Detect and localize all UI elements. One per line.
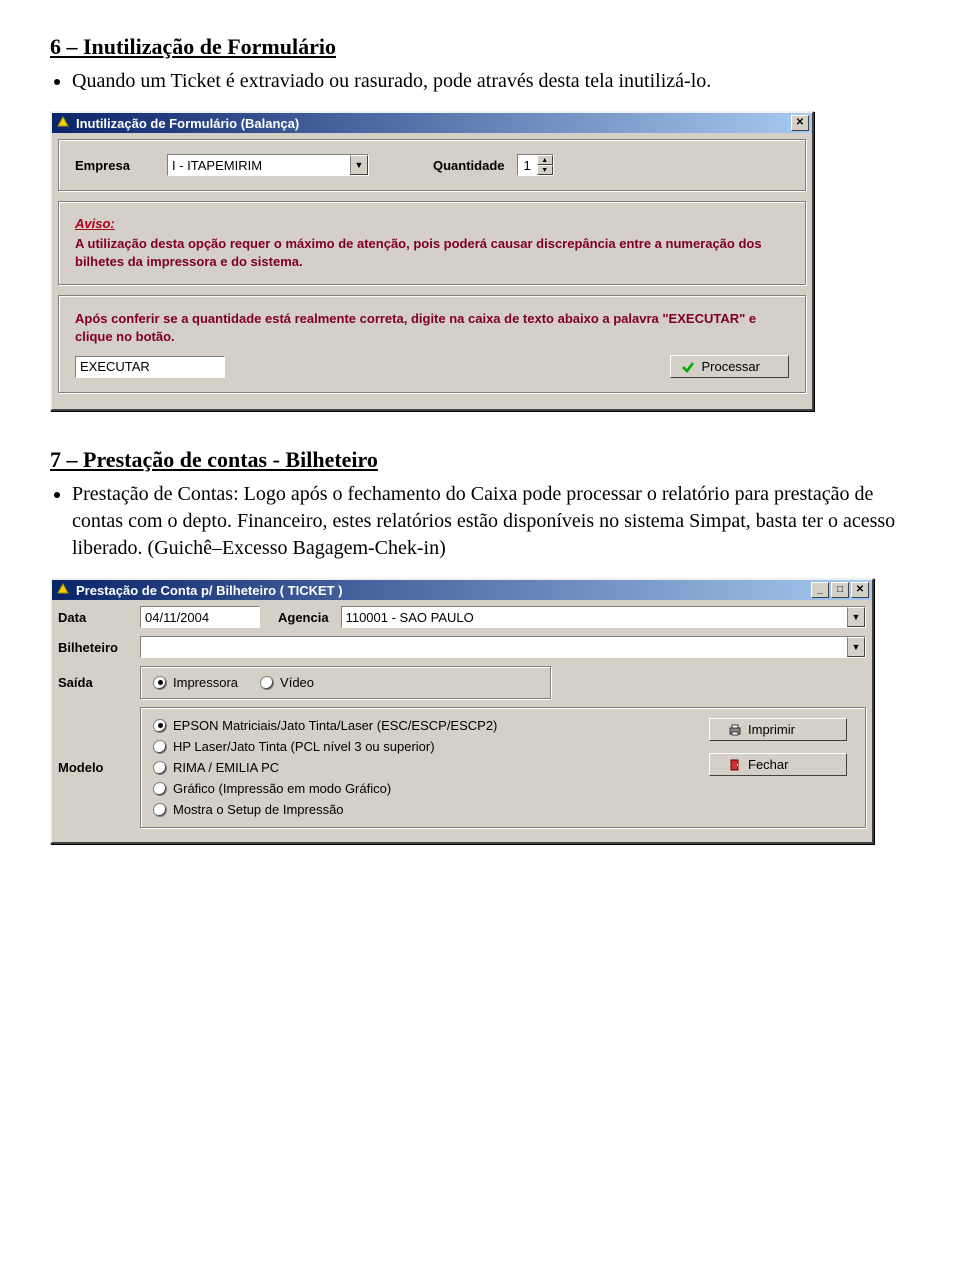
radio-icon bbox=[153, 719, 167, 733]
saida-impressora-label: Impressora bbox=[173, 675, 238, 690]
saida-radio-impressora[interactable]: Impressora bbox=[153, 675, 238, 690]
modelo-radio-1[interactable]: HP Laser/Jato Tinta (PCL nível 3 ou supe… bbox=[153, 739, 685, 754]
door-icon bbox=[728, 758, 742, 772]
section6-list: Quando um Ticket é extraviado ou rasurad… bbox=[72, 68, 910, 95]
modelo-radio-0[interactable]: EPSON Matriciais/Jato Tinta/Laser (ESC/E… bbox=[153, 718, 685, 733]
modelo-opt-2-label: RIMA / EMILIA PC bbox=[173, 760, 279, 775]
close-icon[interactable]: ✕ bbox=[791, 115, 809, 131]
close-icon[interactable]: ✕ bbox=[851, 582, 869, 598]
aviso-label: Aviso: bbox=[75, 216, 115, 231]
saida-label: Saída bbox=[58, 675, 128, 690]
imprimir-button[interactable]: Imprimir bbox=[709, 718, 847, 741]
quantidade-stepper[interactable]: 1 ▲ ▼ bbox=[517, 154, 554, 176]
modelo-options: EPSON Matriciais/Jato Tinta/Laser (ESC/E… bbox=[153, 718, 685, 817]
modelo-radio-2[interactable]: RIMA / EMILIA PC bbox=[153, 760, 685, 775]
processar-label: Processar bbox=[701, 359, 760, 374]
modelo-label: Modelo bbox=[58, 760, 128, 775]
modelo-radio-3[interactable]: Gráfico (Impressão em modo Gráfico) bbox=[153, 781, 685, 796]
maximize-icon[interactable]: □ bbox=[831, 582, 849, 598]
radio-icon bbox=[153, 676, 167, 690]
empresa-combo[interactable]: I - ITAPEMIRIM ▼ bbox=[167, 154, 369, 176]
spin-down-icon[interactable]: ▼ bbox=[537, 165, 553, 175]
imprimir-label: Imprimir bbox=[748, 722, 795, 737]
radio-icon bbox=[153, 782, 167, 796]
data-label: Data bbox=[58, 610, 128, 625]
modelo-opt-0-label: EPSON Matriciais/Jato Tinta/Laser (ESC/E… bbox=[173, 718, 497, 733]
dialog2-title: Prestação de Conta p/ Bilheteiro ( TICKE… bbox=[76, 583, 343, 598]
agencia-combo[interactable]: 110001 - SAO PAULO ▼ bbox=[341, 606, 866, 628]
section7-bullet: Prestação de Contas: Logo após o fechame… bbox=[72, 481, 910, 562]
agencia-label: Agencia bbox=[278, 610, 329, 625]
chevron-down-icon[interactable]: ▼ bbox=[847, 637, 865, 657]
print-icon bbox=[728, 723, 742, 737]
saida-group: Impressora Vídeo bbox=[140, 666, 551, 699]
quantidade-label: Quantidade bbox=[433, 158, 505, 173]
quantidade-value: 1 bbox=[518, 155, 537, 175]
dialog-prestacao: Prestação de Conta p/ Bilheteiro ( TICKE… bbox=[50, 578, 874, 844]
section7-list: Prestação de Contas: Logo após o fechame… bbox=[72, 481, 910, 562]
empresa-quantidade-group: Empresa I - ITAPEMIRIM ▼ Quantidade 1 ▲ … bbox=[58, 139, 806, 191]
fechar-button[interactable]: Fechar bbox=[709, 753, 847, 776]
data-field[interactable]: 04/11/2004 bbox=[140, 606, 260, 628]
fechar-label: Fechar bbox=[748, 757, 788, 772]
app-icon bbox=[56, 583, 70, 597]
radio-icon bbox=[260, 676, 274, 690]
titlebar[interactable]: Prestação de Conta p/ Bilheteiro ( TICKE… bbox=[52, 580, 872, 600]
instr-text: Após conferir se a quantidade está realm… bbox=[75, 310, 789, 345]
modelo-opt-3-label: Gráfico (Impressão em modo Gráfico) bbox=[173, 781, 391, 796]
section6-heading: 6 – Inutilização de Formulário bbox=[50, 34, 910, 60]
dialog-inutilizacao: Inutilização de Formulário (Balança) ✕ E… bbox=[50, 111, 814, 411]
radio-icon bbox=[153, 740, 167, 754]
radio-icon bbox=[153, 761, 167, 775]
modelo-opt-4-label: Mostra o Setup de Impressão bbox=[173, 802, 344, 817]
minimize-icon[interactable]: _ bbox=[811, 582, 829, 598]
executar-value: EXECUTAR bbox=[80, 359, 150, 374]
chevron-down-icon[interactable]: ▼ bbox=[847, 607, 865, 627]
app-icon bbox=[56, 116, 70, 130]
bilheteiro-label: Bilheteiro bbox=[58, 640, 128, 655]
saida-radio-video[interactable]: Vídeo bbox=[260, 675, 314, 690]
section6-bullet: Quando um Ticket é extraviado ou rasurad… bbox=[72, 68, 910, 95]
bilheteiro-combo[interactable]: ▼ bbox=[140, 636, 866, 658]
section7-heading: 7 – Prestação de contas - Bilheteiro bbox=[50, 447, 910, 473]
chevron-down-icon[interactable]: ▼ bbox=[350, 155, 368, 175]
saida-video-label: Vídeo bbox=[280, 675, 314, 690]
titlebar[interactable]: Inutilização de Formulário (Balança) ✕ bbox=[52, 113, 812, 133]
aviso-text: A utilização desta opção requer o máximo… bbox=[75, 235, 789, 270]
radio-icon bbox=[153, 803, 167, 817]
empresa-label: Empresa bbox=[75, 158, 155, 173]
modelo-radio-4[interactable]: Mostra o Setup de Impressão bbox=[153, 802, 685, 817]
processar-button[interactable]: Processar bbox=[670, 355, 789, 378]
executar-input[interactable]: EXECUTAR bbox=[75, 356, 225, 378]
data-value: 04/11/2004 bbox=[145, 610, 209, 625]
aviso-group: Aviso: A utilização desta opção requer o… bbox=[58, 201, 806, 285]
check-icon bbox=[681, 360, 695, 374]
modelo-opt-1-label: HP Laser/Jato Tinta (PCL nível 3 ou supe… bbox=[173, 739, 435, 754]
executar-group: Após conferir se a quantidade está realm… bbox=[58, 295, 806, 393]
spin-up-icon[interactable]: ▲ bbox=[537, 155, 553, 165]
empresa-value: I - ITAPEMIRIM bbox=[168, 158, 350, 173]
agencia-value: 110001 - SAO PAULO bbox=[342, 610, 847, 625]
dialog1-title: Inutilização de Formulário (Balança) bbox=[76, 116, 299, 131]
